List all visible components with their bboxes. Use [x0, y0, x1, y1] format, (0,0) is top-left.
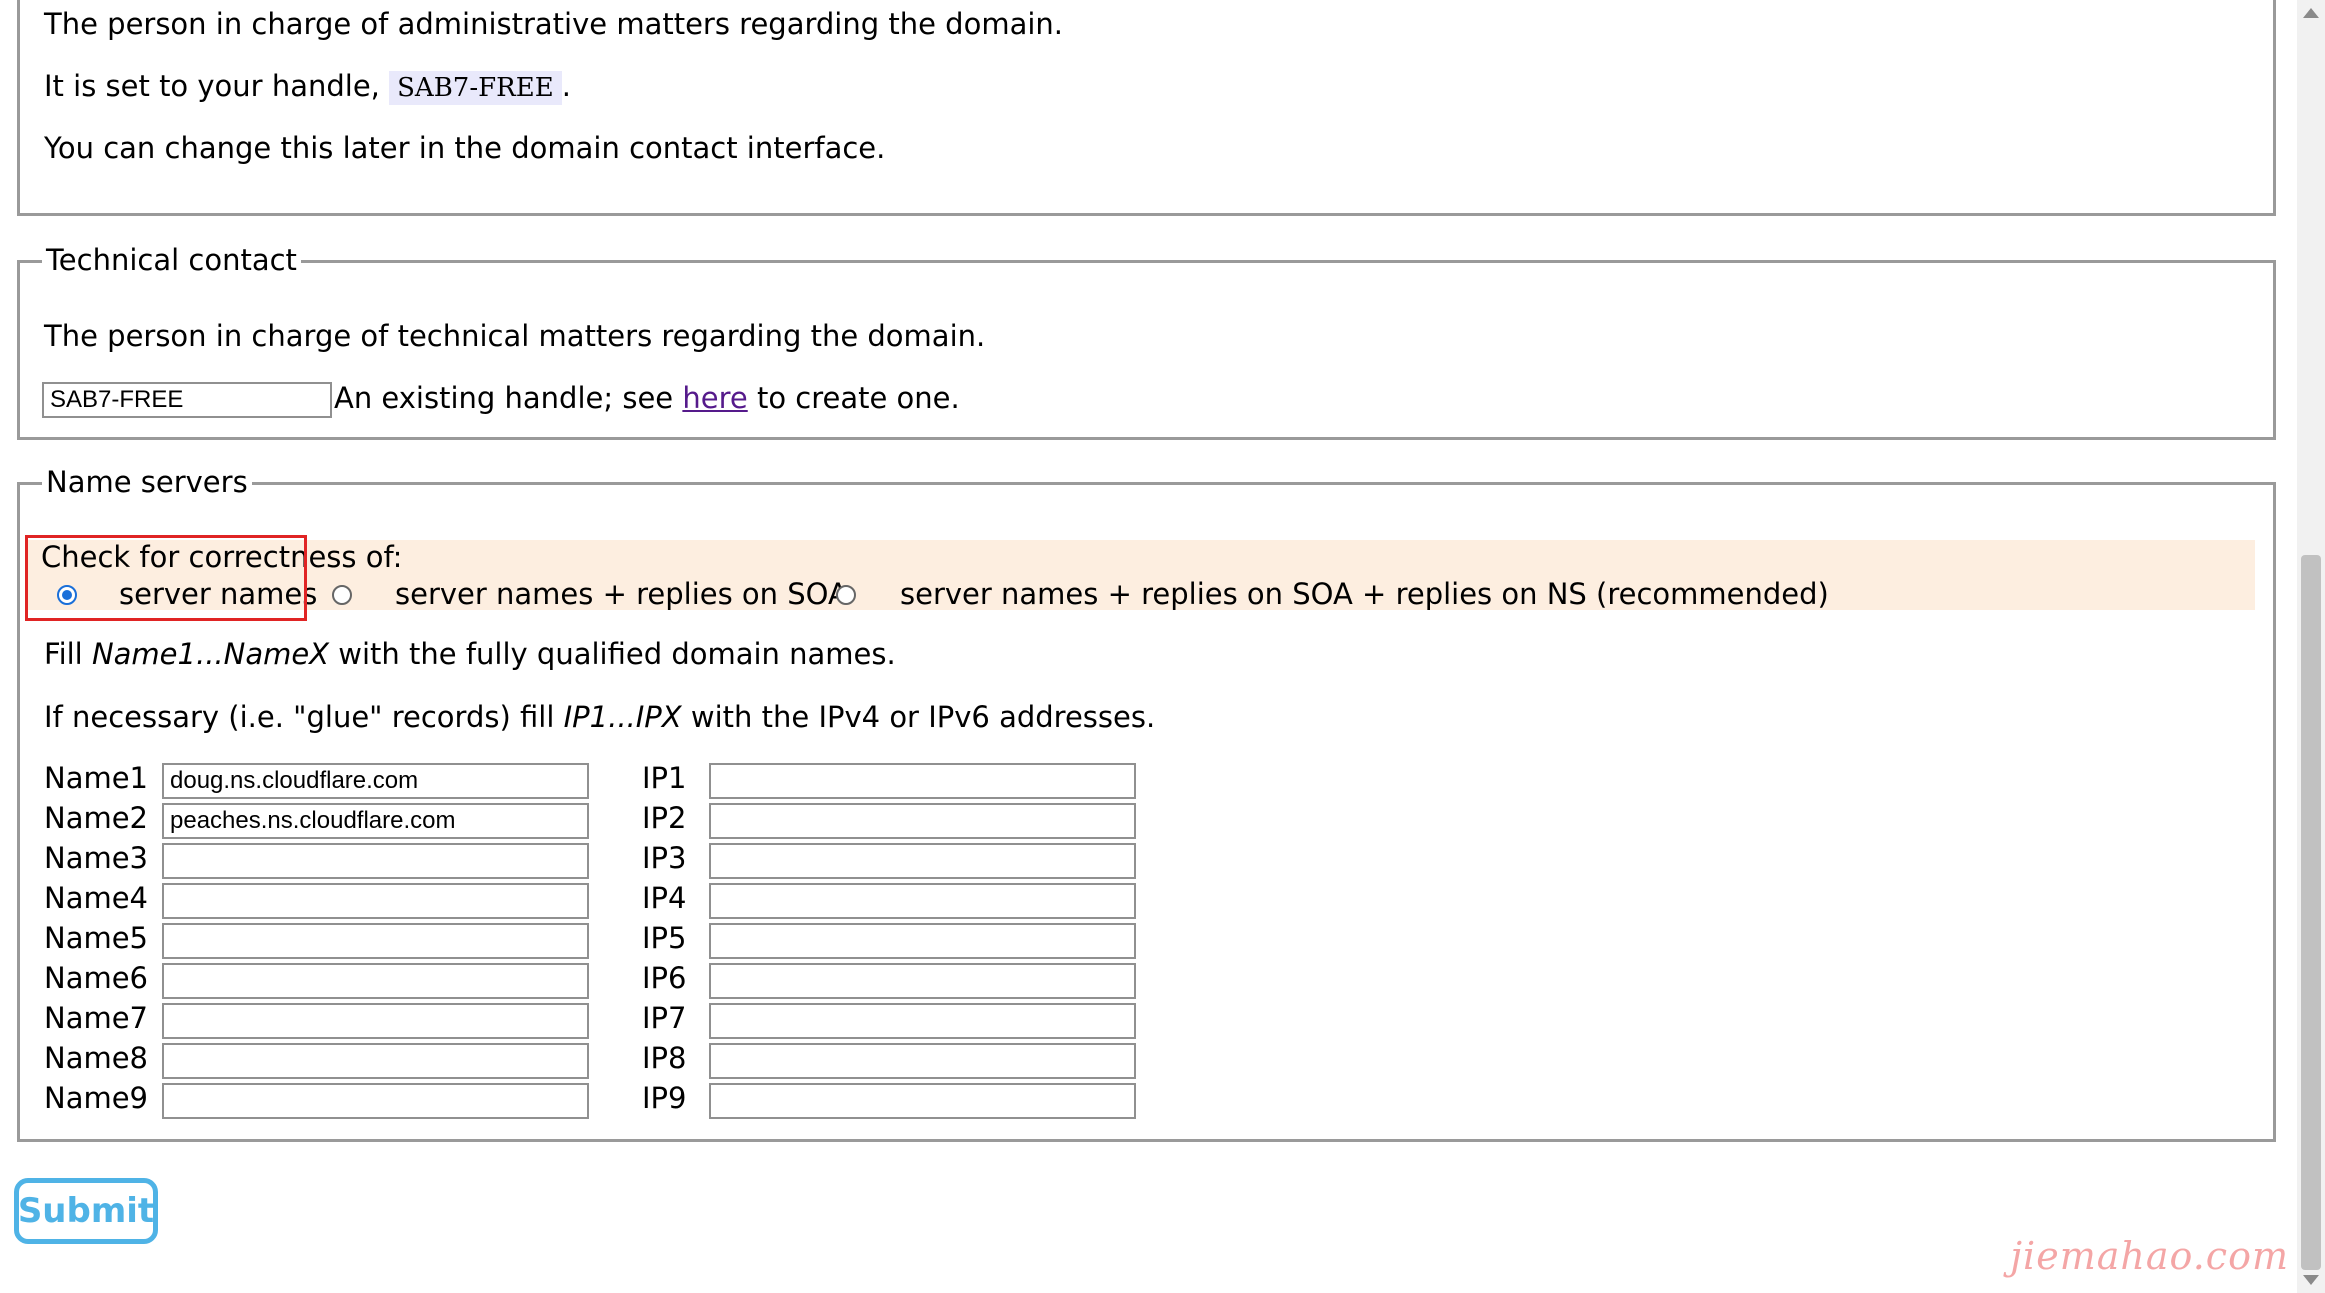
- radio-server-names-soa-ns[interactable]: [836, 585, 856, 605]
- ns-name-input[interactable]: [162, 963, 589, 999]
- ns-ip-input[interactable]: [709, 1043, 1136, 1079]
- name-servers-legend: Name servers: [42, 459, 252, 505]
- ns-name-label: Name8: [44, 1041, 149, 1075]
- option-server-names-soa-label[interactable]: server names + replies on SOA: [395, 577, 848, 611]
- glue-suffix: with the IPv4 or IPv6 addresses.: [690, 700, 1156, 734]
- fill-instructions: Fill Name1...NameX with the fully qualif…: [44, 637, 896, 671]
- watermark: jiemahao.com: [2010, 1234, 2289, 1278]
- fill-suffix: with the fully qualified domain names.: [338, 637, 896, 671]
- ns-ip-input[interactable]: [709, 1083, 1136, 1119]
- ns-name-input[interactable]: [162, 763, 589, 799]
- admin-handle-line: It is set to your handle, SAB7-FREE.: [44, 69, 571, 105]
- ns-name-input[interactable]: [162, 803, 589, 839]
- ns-name-label: Name5: [44, 921, 149, 955]
- ns-ip-label: IP3: [642, 841, 687, 875]
- ns-name-input[interactable]: [162, 1043, 589, 1079]
- fill-prefix: Fill: [44, 637, 83, 671]
- scroll-down-arrow-icon[interactable]: [2303, 1275, 2319, 1285]
- admin-contact-fieldset: The person in charge of administrative m…: [17, 0, 2276, 216]
- ns-name-input[interactable]: [162, 1003, 589, 1039]
- ns-ip-label: IP9: [642, 1081, 687, 1115]
- technical-handle-hint: An existing handle; see here to create o…: [334, 381, 960, 415]
- ns-ip-input[interactable]: [709, 803, 1136, 839]
- ns-name-label: Name6: [44, 961, 149, 995]
- ns-ip-label: IP8: [642, 1041, 687, 1075]
- technical-contact-legend: Technical contact: [42, 237, 301, 283]
- ns-ip-input[interactable]: [709, 963, 1136, 999]
- admin-handle-suffix: .: [561, 69, 571, 103]
- correctness-options-panel: Check for correctness of: server names s…: [27, 540, 2255, 611]
- ns-name-input[interactable]: [162, 843, 589, 879]
- ns-name-input[interactable]: [162, 883, 589, 919]
- create-handle-link[interactable]: here: [682, 381, 747, 415]
- ns-ip-label: IP6: [642, 961, 687, 995]
- admin-note: You can change this later in the domain …: [44, 131, 886, 165]
- vertical-scrollbar[interactable]: [2297, 0, 2325, 1293]
- ns-ip-input[interactable]: [709, 923, 1136, 959]
- admin-description: The person in charge of administrative m…: [44, 7, 1064, 41]
- ns-name-label: Name2: [44, 801, 149, 835]
- admin-handle-prefix: It is set to your handle,: [44, 69, 380, 103]
- glue-instructions: If necessary (i.e. "glue" records) fill …: [44, 700, 1155, 734]
- scroll-up-arrow-icon[interactable]: [2303, 8, 2319, 18]
- ns-ip-input[interactable]: [709, 883, 1136, 919]
- option-server-names-soa-ns-label[interactable]: server names + replies on SOA + replies …: [900, 577, 1829, 611]
- ns-ip-input[interactable]: [709, 1003, 1136, 1039]
- admin-handle-code: SAB7-FREE: [389, 71, 562, 105]
- glue-em: IP1...IPX: [563, 700, 682, 734]
- scrollbar-thumb[interactable]: [2301, 555, 2321, 1270]
- radio-server-names-soa[interactable]: [332, 585, 352, 605]
- ns-name-label: Name3: [44, 841, 149, 875]
- ns-name-label: Name9: [44, 1081, 149, 1115]
- ns-ip-input[interactable]: [709, 843, 1136, 879]
- ns-ip-label: IP2: [642, 801, 687, 835]
- ns-name-label: Name7: [44, 1001, 149, 1035]
- ns-name-input[interactable]: [162, 1083, 589, 1119]
- ns-ip-input[interactable]: [709, 763, 1136, 799]
- hint-suffix: to create one.: [756, 381, 960, 415]
- ns-ip-label: IP5: [642, 921, 687, 955]
- technical-description: The person in charge of technical matter…: [44, 319, 986, 353]
- ns-ip-label: IP1: [642, 761, 687, 795]
- name-servers-fieldset: Name servers Check for correctness of: s…: [17, 459, 2276, 1142]
- glue-prefix: If necessary (i.e. "glue" records) fill: [44, 700, 555, 734]
- fill-em: Name1...NameX: [91, 637, 330, 671]
- ns-ip-label: IP7: [642, 1001, 687, 1035]
- ns-name-label: Name1: [44, 761, 149, 795]
- ns-name-label: Name4: [44, 881, 149, 915]
- hint-prefix: An existing handle; see: [334, 381, 674, 415]
- ns-name-input[interactable]: [162, 923, 589, 959]
- highlight-box: [25, 535, 307, 621]
- technical-contact-fieldset: Technical contact The person in charge o…: [17, 237, 2276, 440]
- ns-ip-label: IP4: [642, 881, 687, 915]
- submit-button[interactable]: Submit: [14, 1178, 158, 1244]
- technical-handle-input[interactable]: [42, 382, 332, 418]
